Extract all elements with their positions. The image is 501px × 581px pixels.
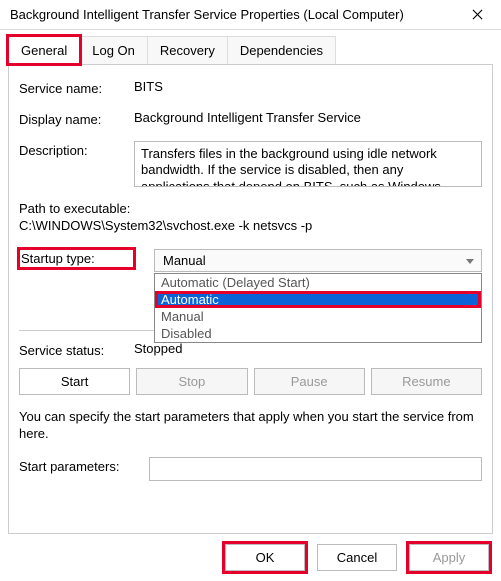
apply-button[interactable]: Apply: [409, 544, 489, 571]
value-service-status: Stopped: [134, 341, 482, 356]
tab-panel-general: Service name: BITS Display name: Backgro…: [8, 64, 493, 534]
startup-option-disabled[interactable]: Disabled: [155, 325, 481, 342]
resume-button: Resume: [371, 368, 482, 395]
label-service-status: Service status:: [19, 341, 134, 358]
dialog-footer: OK Cancel Apply: [225, 544, 489, 571]
label-description: Description:: [19, 141, 134, 158]
start-params-input[interactable]: [149, 457, 482, 481]
pause-button: Pause: [254, 368, 365, 395]
startup-option-automatic[interactable]: Automatic: [155, 291, 481, 308]
tab-recovery[interactable]: Recovery: [147, 36, 228, 64]
value-service-name: BITS: [134, 79, 482, 94]
control-button-row: Start Stop Pause Resume: [19, 368, 482, 395]
startup-option-delayed[interactable]: Automatic (Delayed Start): [155, 274, 481, 291]
tab-dependencies[interactable]: Dependencies: [227, 36, 336, 64]
start-button[interactable]: Start: [19, 368, 130, 395]
startup-type-select[interactable]: Manual Automatic (Delayed Start) Automat…: [154, 249, 482, 272]
startup-option-manual[interactable]: Manual: [155, 308, 481, 325]
description-box[interactable]: Transfers files in the background using …: [134, 141, 482, 187]
label-display-name: Display name:: [19, 110, 134, 127]
startup-type-dropdown: Automatic (Delayed Start) Automatic Manu…: [154, 273, 482, 343]
label-service-name: Service name:: [19, 79, 134, 96]
window-title: Background Intelligent Transfer Service …: [10, 7, 457, 22]
startup-type-selected[interactable]: Manual: [154, 249, 482, 272]
tab-logon[interactable]: Log On: [79, 36, 148, 64]
tab-general[interactable]: General: [8, 36, 80, 64]
label-start-params: Start parameters:: [19, 457, 149, 474]
start-params-hint: You can specify the start parameters tha…: [19, 409, 482, 443]
label-startup-type: Startup type:: [19, 249, 134, 268]
value-display-name: Background Intelligent Transfer Service: [134, 110, 482, 125]
label-path: Path to executable:: [19, 201, 482, 216]
close-button[interactable]: [457, 1, 497, 29]
ok-button[interactable]: OK: [225, 544, 305, 571]
window: Background Intelligent Transfer Service …: [0, 0, 501, 581]
titlebar: Background Intelligent Transfer Service …: [0, 0, 501, 30]
path-block: Path to executable: C:\WINDOWS\System32\…: [19, 201, 482, 233]
tabstrip: General Log On Recovery Dependencies: [0, 30, 501, 64]
close-icon: [472, 9, 483, 20]
cancel-button[interactable]: Cancel: [317, 544, 397, 571]
value-path: C:\WINDOWS\System32\svchost.exe -k netsv…: [19, 218, 482, 233]
stop-button: Stop: [136, 368, 247, 395]
